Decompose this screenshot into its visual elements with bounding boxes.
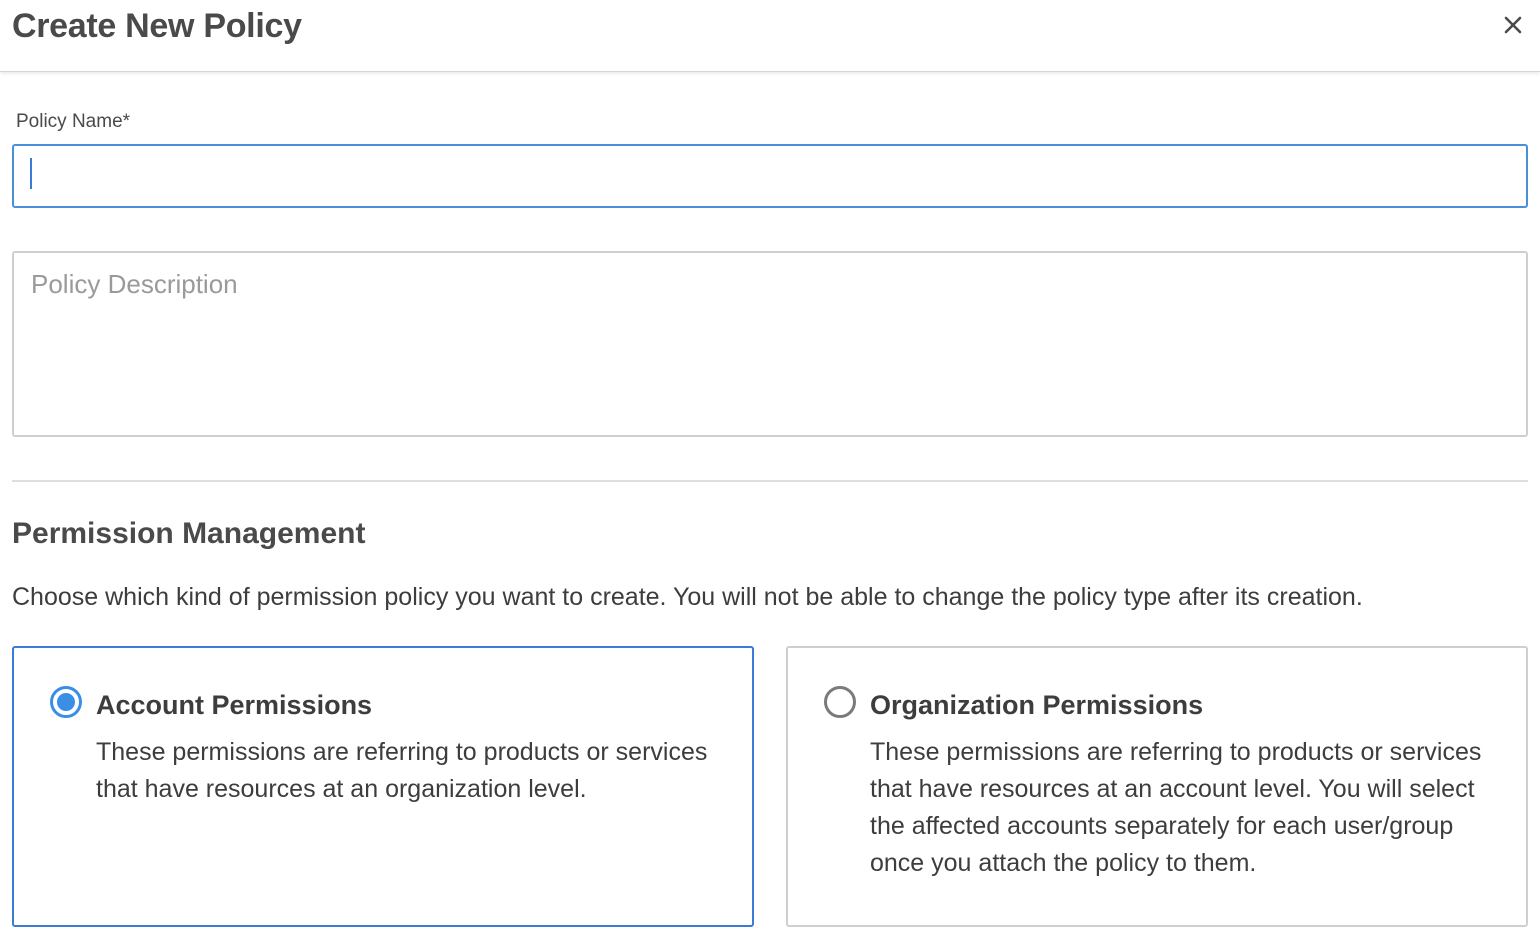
permission-management-title: Permission Management [12,517,366,550]
section-divider [12,480,1528,482]
policy-name-input[interactable] [12,144,1528,208]
text-caret [30,158,32,189]
organization-permissions-title: Organization Permissions [870,690,1204,720]
dialog-header: Create New Policy [0,0,1540,72]
account-permissions-title: Account Permissions [96,690,373,720]
close-icon [1504,16,1522,34]
account-permissions-card[interactable]: Account Permissions These permissions ar… [12,646,754,927]
organization-permissions-description: These permissions are referring to produ… [870,738,1482,877]
account-permissions-radio[interactable] [50,686,82,718]
policy-name-label: Policy Name* [16,111,131,132]
organization-permissions-radio[interactable] [824,686,856,718]
account-permissions-description: These permissions are referring to produ… [96,738,708,803]
radio-selected-dot [57,693,75,711]
organization-permissions-card[interactable]: Organization Permissions These permissio… [786,646,1528,927]
permission-management-description: Choose which kind of permission policy y… [12,583,1363,611]
dialog-title: Create New Policy [12,7,302,45]
policy-description-textarea[interactable] [12,251,1528,437]
close-button[interactable] [1500,12,1526,38]
